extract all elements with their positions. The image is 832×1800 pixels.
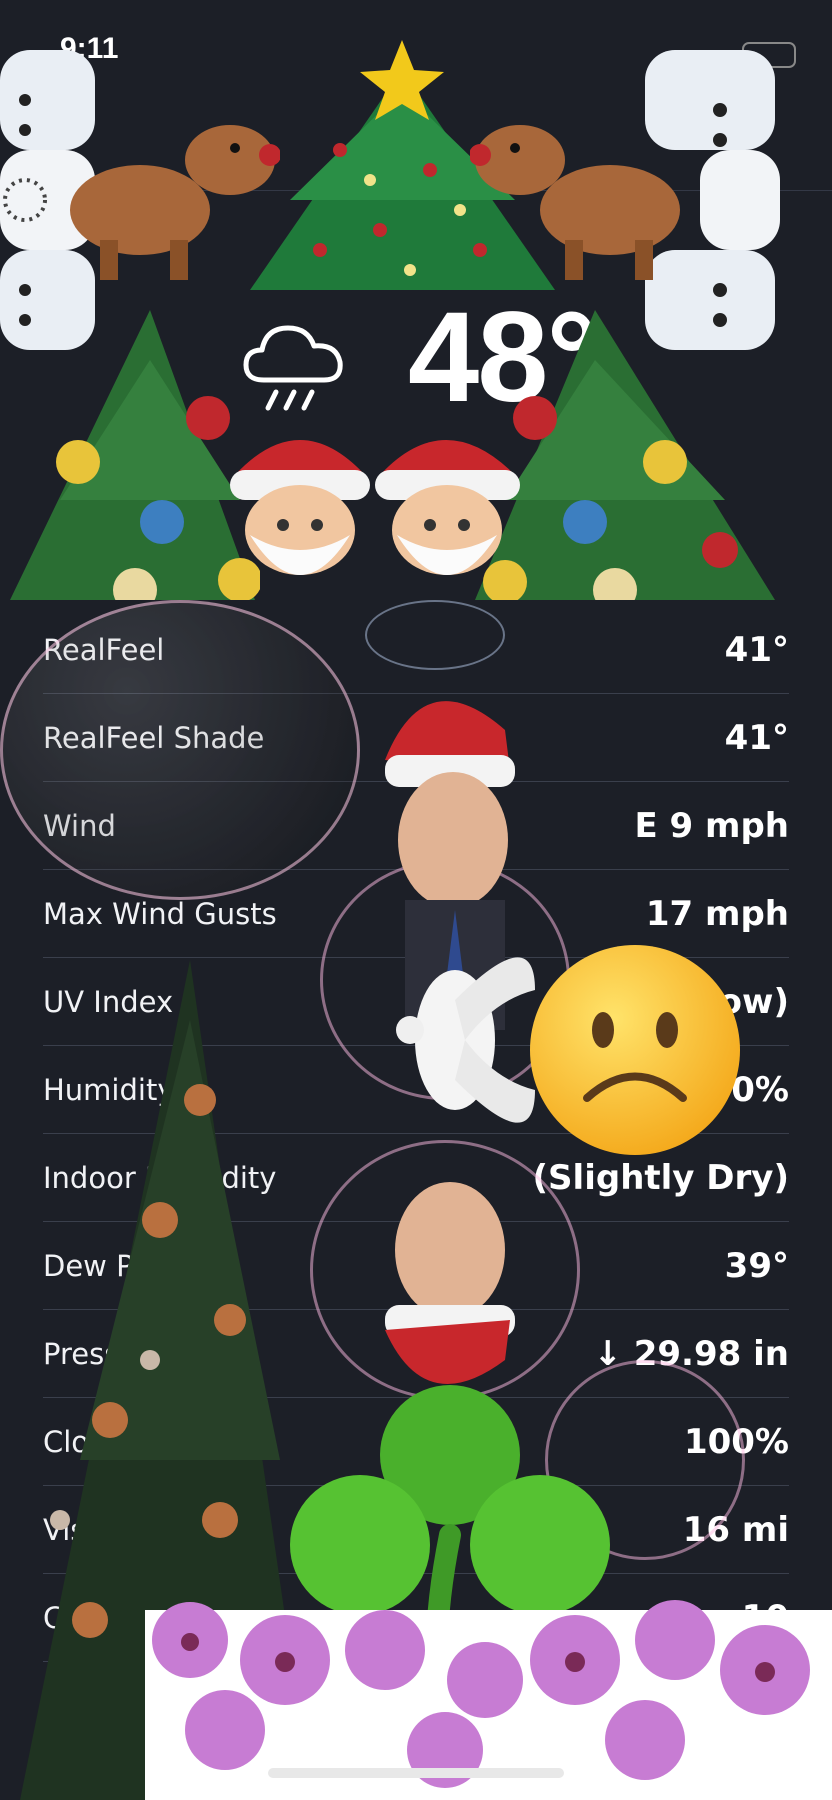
detail-value: 100% — [683, 1421, 789, 1462]
header-divider — [0, 190, 832, 191]
detail-label: Dew Point — [43, 1248, 189, 1283]
detail-row: Pressure ↓ 29.98 in — [43, 1310, 789, 1398]
detail-row: Wind E 9 mph — [43, 782, 789, 870]
detail-label: Humidity — [43, 1072, 175, 1107]
detail-row: Visibility 16 mi — [43, 1486, 789, 1574]
detail-label: Wind — [43, 808, 116, 843]
detail-row: RealFeel 41° — [43, 606, 789, 694]
santa-sticker — [230, 440, 520, 575]
detail-row: Cloud Ceiling 10 — [43, 1574, 789, 1662]
detail-value: 16 mi — [682, 1509, 789, 1550]
status-bar: 9:11 — [0, 0, 832, 100]
detail-value: 41° — [724, 629, 789, 670]
detail-label: Max Wind Gusts — [43, 896, 277, 931]
detail-label: RealFeel — [43, 632, 165, 667]
current-conditions: 48° — [0, 286, 832, 430]
detail-row: RealFeel Shade 41° — [43, 694, 789, 782]
detail-label: Indoor Humidity — [43, 1160, 277, 1195]
details-list: RealFeel 41° RealFeel Shade 41° Wind E 9 mph M… — [43, 606, 789, 1662]
detail-label: RealFeel Shade — [43, 720, 265, 755]
detail-label: Pressure — [43, 1336, 167, 1371]
detail-label: Cloud Cover — [43, 1424, 220, 1459]
detail-row: UV Index 0 (Low) — [43, 958, 789, 1046]
detail-value: 39° — [724, 1245, 789, 1286]
detail-row: Cloud Cover 100% — [43, 1398, 789, 1486]
detail-row: Humidity 90% — [43, 1046, 789, 1134]
detail-value: E 9 mph — [634, 805, 789, 846]
detail-value: 41° — [724, 717, 789, 758]
detail-label: Visibility — [43, 1512, 165, 1547]
battery-icon — [742, 42, 796, 68]
status-time: 9:11 — [60, 32, 119, 65]
detail-value: 0 (Low) — [645, 981, 789, 1022]
rain-cloud-icon — [243, 325, 343, 411]
current-temperature: 48° — [408, 286, 598, 429]
detail-row: Indoor Humidity (Slightly Dry) — [43, 1134, 789, 1222]
detail-value: 10 — [741, 1597, 789, 1638]
detail-row: Dew Point 39° — [43, 1222, 789, 1310]
detail-label: UV Index — [43, 984, 174, 1019]
detail-row: Max Wind Gusts 17 mph — [43, 870, 789, 958]
detail-value: 17 mph — [645, 893, 789, 934]
detail-label: Cloud Ceiling — [43, 1600, 235, 1635]
home-indicator[interactable] — [268, 1768, 564, 1778]
detail-value: (Slightly Dry) — [532, 1157, 789, 1198]
detail-value: 90% — [707, 1069, 789, 1110]
detail-value: ↓ 29.98 in — [593, 1333, 789, 1374]
